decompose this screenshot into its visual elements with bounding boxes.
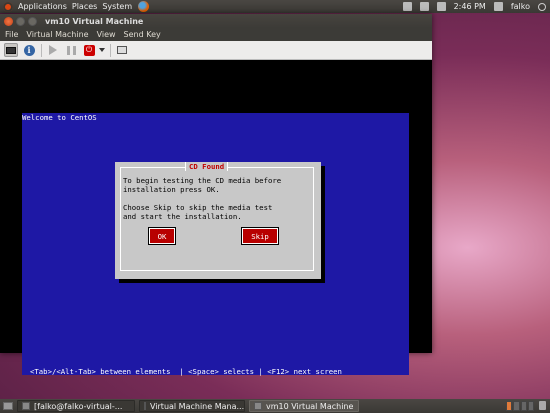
user-icon — [493, 2, 503, 11]
vm-console[interactable]: Welcome to CentOS CD Found To begin test… — [0, 60, 432, 376]
workspace-1[interactable] — [506, 401, 513, 411]
ok-button[interactable]: OK — [148, 227, 176, 245]
user-name[interactable]: falko — [511, 2, 530, 11]
trash-icon[interactable] — [539, 401, 546, 410]
show-desktop-icon[interactable] — [3, 402, 13, 410]
keyboard-hint: <Tab>/<Alt-Tab> between elements | <Spac… — [30, 367, 342, 376]
cd-found-dialog: CD Found To begin testing the CD media b… — [115, 162, 321, 279]
info-icon: i — [23, 44, 35, 56]
workspace-4[interactable] — [527, 401, 534, 411]
menu-view[interactable]: View — [97, 30, 116, 39]
vm-manager-icon — [144, 402, 146, 410]
details-button[interactable]: i — [22, 43, 36, 57]
power-icon[interactable] — [538, 2, 546, 11]
terminal-icon — [22, 402, 30, 410]
workspace-3[interactable] — [520, 401, 527, 411]
task-label: vm10 Virtual Machine — [266, 401, 354, 411]
toolbar-separator — [110, 43, 111, 57]
monitor-icon — [6, 46, 16, 54]
close-button[interactable] — [4, 16, 13, 26]
task-terminal[interactable]: [falko@falko-virtual-... — [17, 400, 135, 412]
task-vm-manager[interactable]: Virtual Machine Mana... — [139, 400, 245, 412]
system-menu[interactable]: System — [102, 2, 132, 11]
menu-virtual-machine[interactable]: Virtual Machine — [26, 30, 88, 39]
menubar: File Virtual Machine View Send Key — [0, 28, 432, 41]
welcome-banner: Welcome to CentOS — [22, 113, 97, 122]
workspace-2[interactable] — [513, 401, 520, 411]
run-button[interactable] — [46, 43, 60, 57]
system-tray: 2:46 PM falko — [402, 0, 546, 13]
mail-icon[interactable] — [419, 2, 429, 11]
pause-icon — [66, 45, 76, 55]
menu-file[interactable]: File — [5, 30, 18, 39]
guest-screen: Welcome to CentOS CD Found To begin test… — [22, 113, 409, 376]
vm-console-icon — [254, 402, 262, 410]
dialog-title: CD Found — [185, 162, 229, 171]
network-icon[interactable] — [402, 2, 412, 11]
bottom-panel: [falko@falko-virtual-... Virtual Machine… — [0, 399, 550, 413]
pause-button[interactable] — [64, 43, 78, 57]
firefox-icon[interactable] — [138, 1, 150, 12]
top-panel: Applications Places System 2:46 PM falko — [0, 0, 550, 13]
maximize-button[interactable] — [28, 16, 37, 26]
power-off-icon: ⏻ — [83, 44, 95, 56]
skip-button[interactable]: Skip — [241, 227, 279, 245]
volume-icon[interactable] — [436, 2, 446, 11]
applications-menu[interactable]: Applications — [18, 2, 67, 11]
vm-window: vm10 Virtual Machine File Virtual Machin… — [0, 14, 432, 376]
task-label: Virtual Machine Mana... — [150, 401, 245, 411]
fullscreen-icon — [117, 46, 127, 54]
minimize-button[interactable] — [16, 16, 25, 26]
window-titlebar[interactable]: vm10 Virtual Machine — [0, 14, 432, 28]
fullscreen-button[interactable] — [115, 43, 129, 57]
places-menu[interactable]: Places — [72, 2, 97, 11]
play-icon — [49, 45, 57, 55]
menu-send-key[interactable]: Send Key — [124, 30, 161, 39]
shutdown-button[interactable]: ⏻ — [82, 43, 96, 57]
clock[interactable]: 2:46 PM — [454, 2, 486, 11]
toolbar-separator — [41, 43, 42, 57]
shutdown-dropdown-icon[interactable] — [99, 48, 105, 52]
dialog-message: To begin testing the CD media before ins… — [123, 176, 282, 221]
task-label: [falko@falko-virtual-... — [34, 401, 123, 411]
console-button[interactable] — [4, 43, 18, 57]
task-vm10[interactable]: vm10 Virtual Machine — [249, 400, 359, 412]
window-title: vm10 Virtual Machine — [45, 16, 144, 26]
ubuntu-logo-icon[interactable] — [3, 1, 13, 12]
toolbar: i ⏻ — [0, 41, 432, 60]
workspace-switcher[interactable] — [506, 401, 534, 411]
